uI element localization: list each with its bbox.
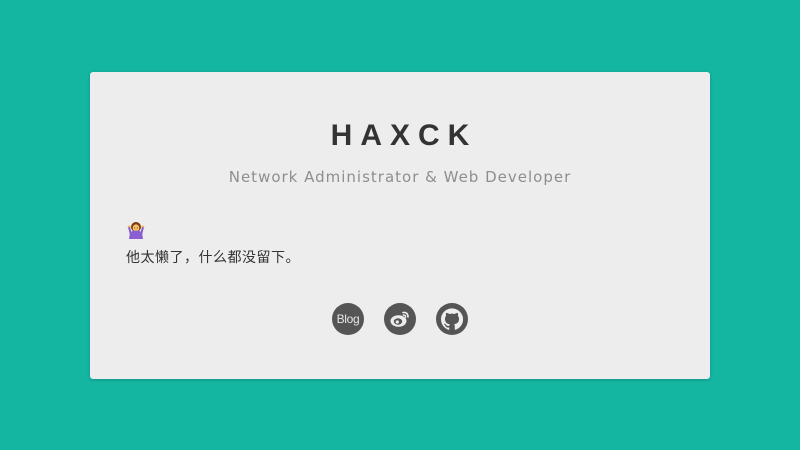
- github-icon: [441, 308, 463, 330]
- blog-button[interactable]: Blog: [332, 303, 364, 335]
- weibo-icon: [389, 309, 411, 329]
- social-links: Blog: [90, 303, 710, 337]
- profile-card: HAXCK Network Administrator & Web Develo…: [90, 72, 710, 379]
- profile-name: HAXCK: [330, 119, 478, 152]
- github-button[interactable]: [436, 303, 468, 335]
- profile-tagline: Network Administrator & Web Developer: [228, 168, 572, 186]
- profile-bio: 他太懒了，什么都没留下。: [126, 250, 300, 266]
- person-emoji-icon: [126, 221, 146, 239]
- blog-label: Blog: [336, 312, 360, 326]
- weibo-button[interactable]: [384, 303, 416, 335]
